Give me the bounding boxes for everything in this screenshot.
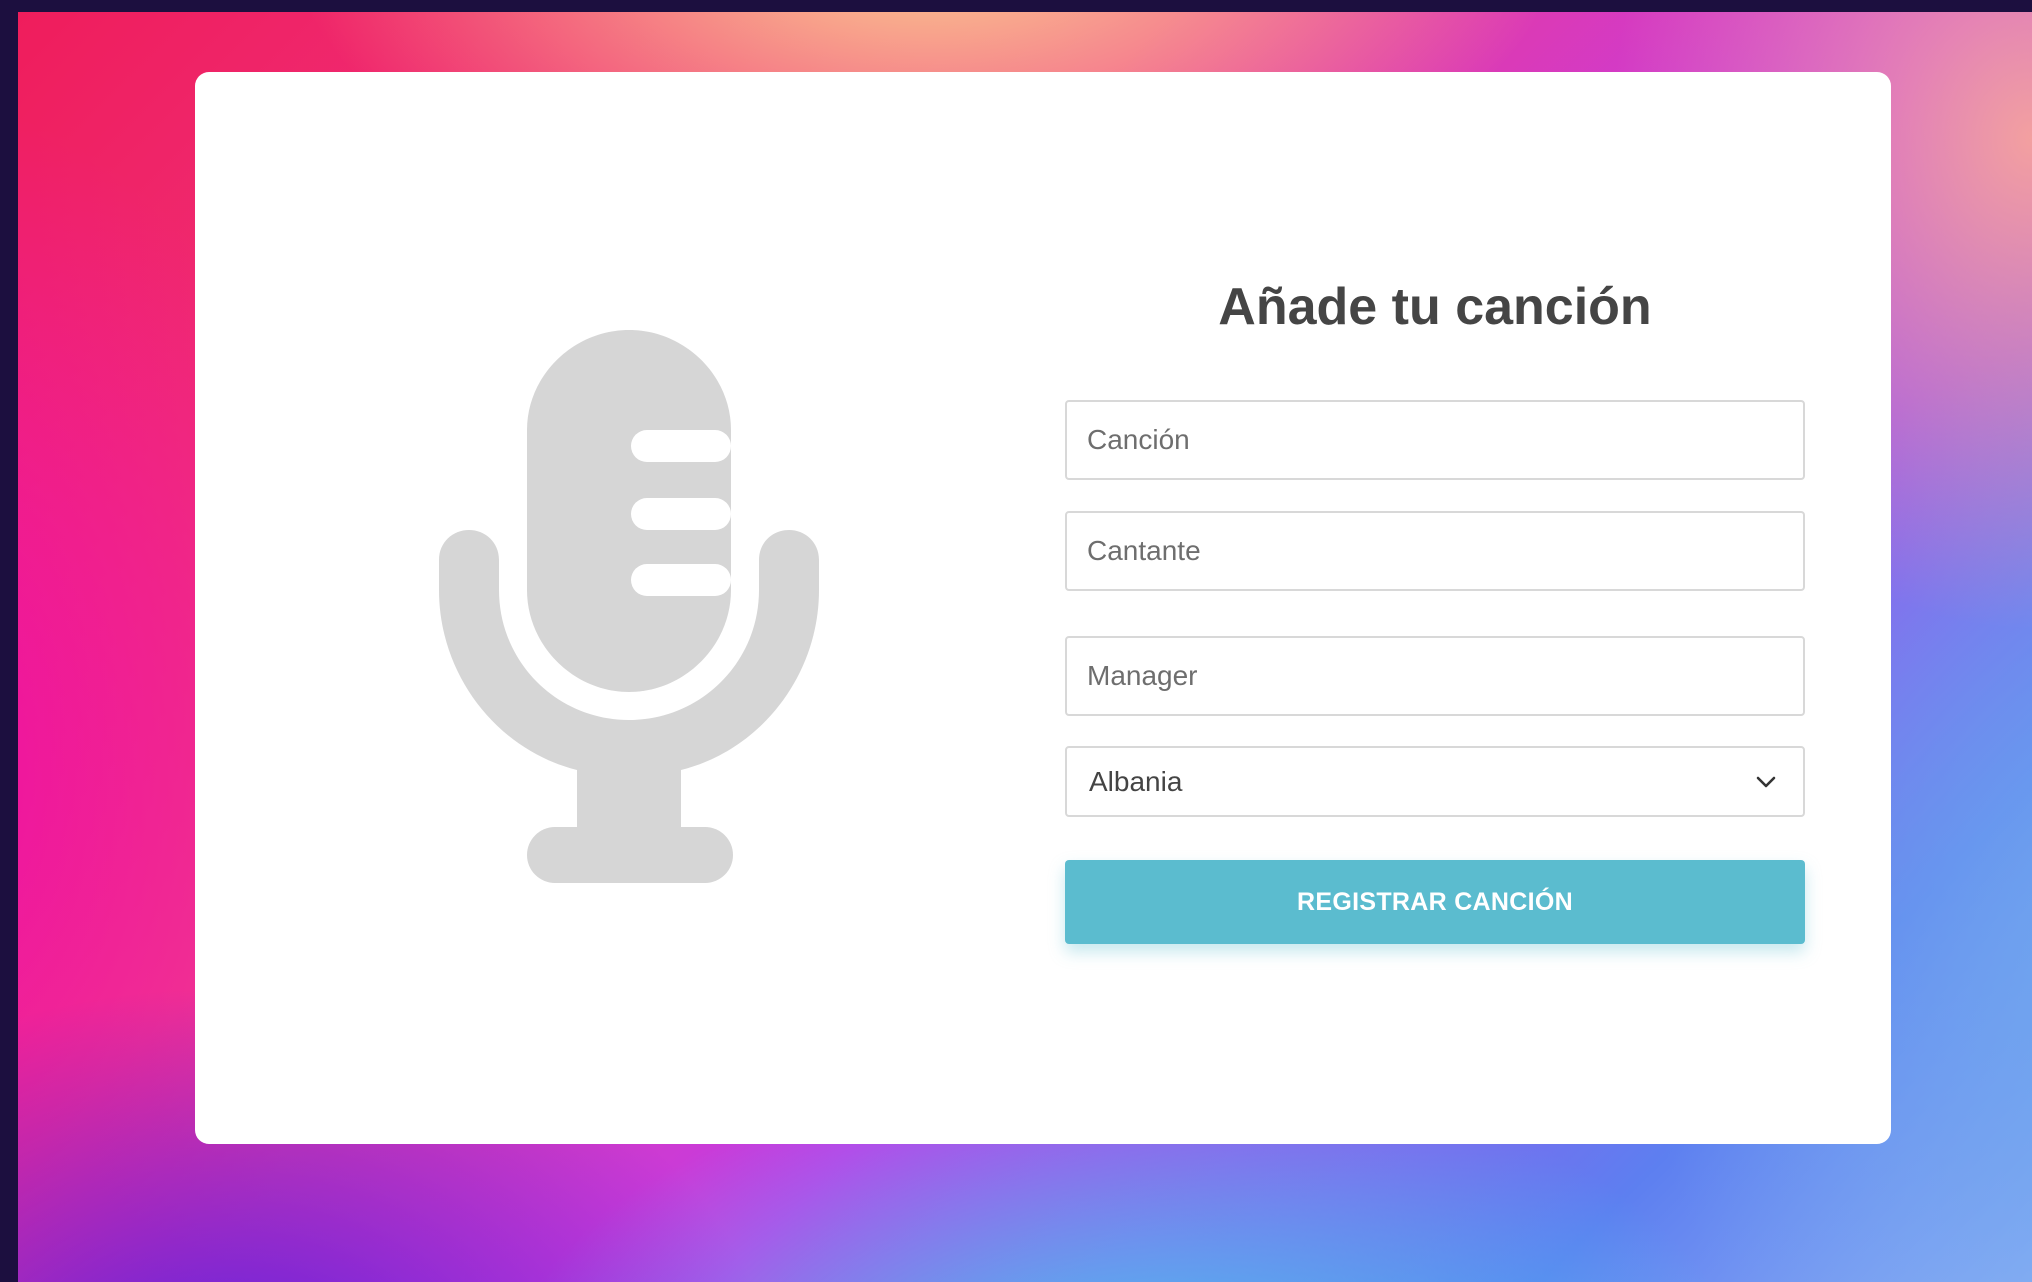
chevron-down-icon [1753,769,1779,795]
song-input[interactable] [1065,400,1805,480]
country-select[interactable]: Albania [1065,746,1805,817]
manager-input[interactable] [1065,636,1805,716]
page-title: Añade tu canción [1218,278,1652,336]
microphone-icon [439,330,819,883]
singer-input[interactable] [1065,511,1805,591]
country-select-value: Albania [1089,765,1183,797]
register-song-button[interactable]: REGISTRAR CANCIÓN [1065,860,1805,944]
